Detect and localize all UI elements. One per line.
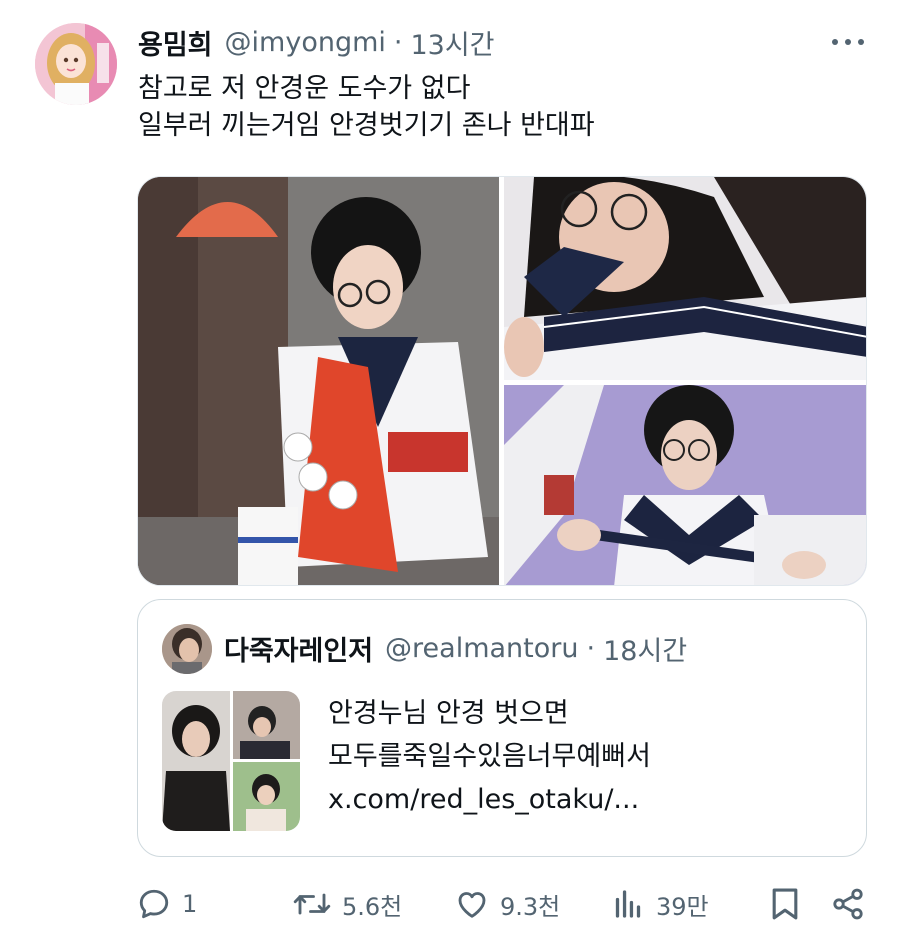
tweet-timestamp[interactable]: 13시간 [410, 23, 494, 62]
tweet-text-line: 일부러 끼는거임 안경벗기기 존나 반대파 [138, 110, 595, 141]
quote-text: 안경누님 안경 벗으면 모두를죽일수있음너무예뻐서 x.com/red_les_… [328, 692, 651, 821]
photo-girl-glasses-purple-wall-icon [504, 385, 866, 585]
like-button[interactable]: 9.3천 [454, 880, 560, 928]
photo-girl-glasses-biting-scarf-icon [504, 177, 866, 380]
views-count: 39만 [656, 892, 709, 921]
views-button[interactable]: 39만 [610, 880, 709, 928]
reply-button[interactable]: 1 [136, 880, 197, 928]
quote-author-display-name: 다죽자레인저 [224, 635, 374, 667]
reply-icon [139, 889, 169, 919]
author-avatar[interactable] [35, 23, 117, 105]
more-icon[interactable] [828, 30, 868, 54]
quote-timestamp: 18시간 [603, 635, 688, 667]
media-grid [137, 176, 867, 586]
quote-author-avatar[interactable] [162, 624, 212, 674]
action-bar: 1 5.6천 9.3천 39만 [136, 880, 870, 928]
share-button[interactable] [830, 880, 866, 928]
photo-2[interactable] [504, 177, 866, 380]
tweet-text-line: 참고로 저 안경운 도수가 없다 [138, 73, 471, 104]
header-separator: · [393, 26, 403, 58]
photo-1[interactable] [138, 177, 499, 585]
quote-header-separator: · [586, 632, 596, 664]
quote-photo-collage-icon [162, 691, 300, 831]
author-handle[interactable]: @imyongmi [225, 27, 386, 58]
bookmark-button[interactable] [768, 880, 802, 928]
photo-3[interactable] [504, 385, 866, 585]
doll-avatar-icon [35, 23, 117, 105]
repost-icon [293, 893, 331, 915]
quote-thumbnail [162, 691, 300, 831]
more-dot [858, 39, 864, 45]
like-count: 9.3천 [500, 892, 561, 921]
more-dot [832, 39, 838, 45]
quote-link[interactable]: x.com/red_les_otaku/... [328, 778, 651, 821]
repost-count: 5.6천 [342, 892, 403, 921]
quote-text-line: 안경누님 안경 벗으면 [328, 698, 569, 729]
photo-girl-sailor-uniform-traffic-cone-icon [138, 177, 499, 585]
quote-header: 다죽자레인저 @realmantoru · 18시간 [224, 630, 688, 667]
quoted-tweet[interactable]: 다죽자레인저 @realmantoru · 18시간 안경누님 안경 벗으면 모… [137, 599, 867, 857]
author-display-name[interactable]: 용밈희 [138, 23, 213, 62]
more-dot [845, 39, 851, 45]
quote-text-line: 모두를죽일수있음너무예뻐서 [328, 741, 651, 772]
views-icon [615, 890, 641, 918]
tweet-header: 용밈희 @imyongmi · 13시간 [138, 23, 495, 62]
tweet-text: 참고로 저 안경운 도수가 없다 일부러 끼는거임 안경벗기기 존나 반대파 [138, 70, 595, 144]
repost-button[interactable]: 5.6천 [292, 880, 402, 928]
quote-author-handle: @realmantoru [385, 632, 579, 664]
quote-author-avatar-icon [162, 624, 212, 674]
heart-icon [458, 892, 486, 918]
bookmark-icon [772, 888, 798, 920]
reply-count: 1 [182, 890, 198, 918]
share-icon [833, 888, 863, 920]
